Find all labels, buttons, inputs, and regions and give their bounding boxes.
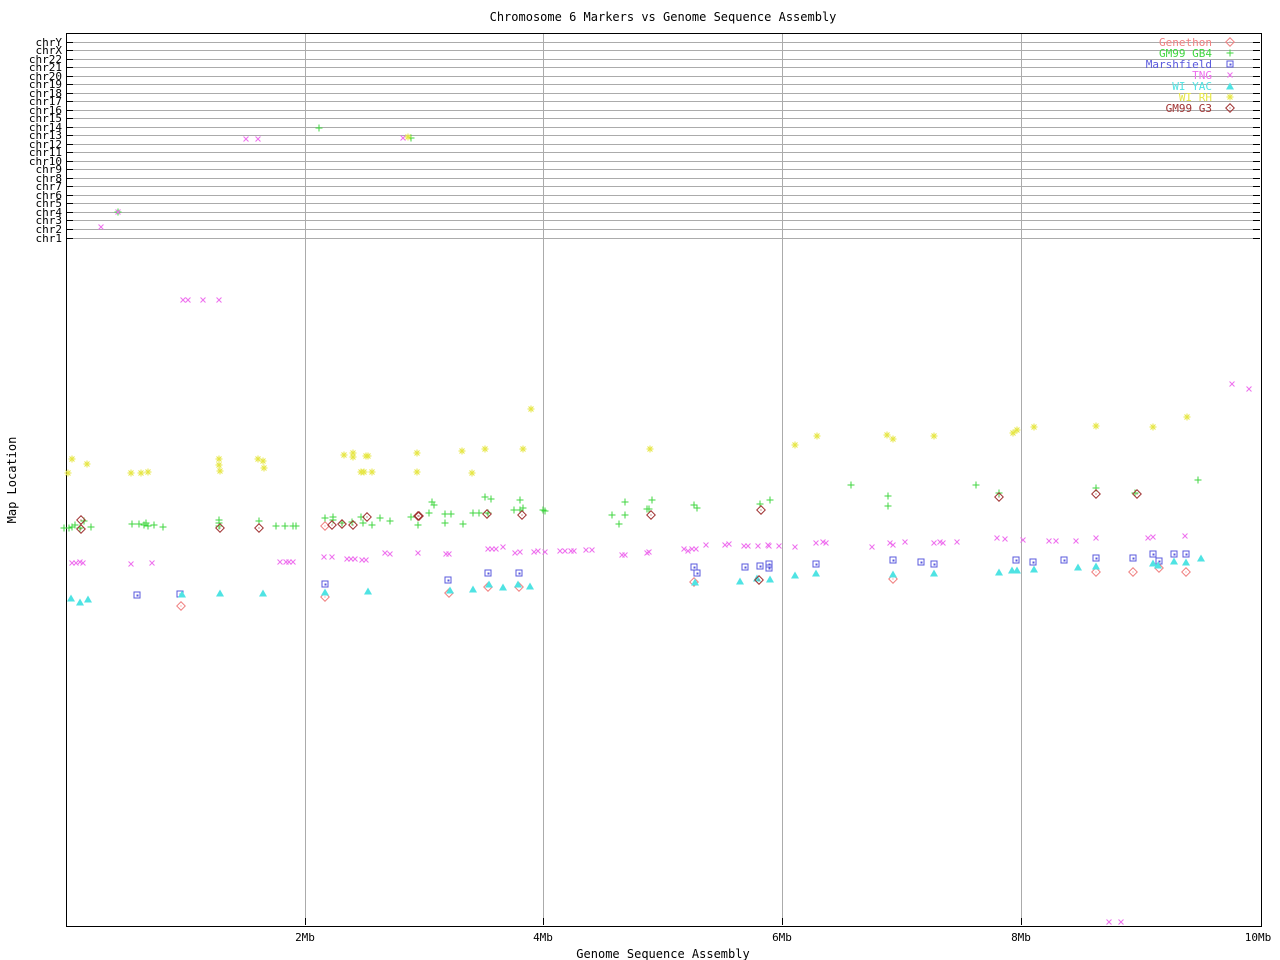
marker-gm99-gb4: [321, 514, 329, 522]
marker-gm99-gb4: [447, 510, 455, 518]
marker-marshfield: [1182, 550, 1190, 558]
marker-marshfield: [1149, 550, 1157, 558]
marker-wi-rh: [340, 451, 348, 459]
marker-gm99-gb4: [315, 124, 323, 132]
marker-marshfield: [133, 591, 141, 599]
marker-gm99-gb4: [414, 521, 422, 529]
legend-marker-marshfield: [1226, 60, 1234, 68]
marker-gm99-gb4: [425, 509, 433, 517]
marker-marshfield: [756, 562, 764, 570]
marker-marshfield: [917, 558, 925, 566]
x-tick-label: 4Mb: [533, 931, 553, 944]
marker-wi-rh: [519, 445, 527, 453]
plot-border: [66, 33, 1262, 927]
marker-gm99-gb4: [281, 522, 289, 530]
marker-wi-rh: [364, 452, 372, 460]
x-tick-label: 8Mb: [1011, 931, 1031, 944]
marker-marshfield: [693, 569, 701, 577]
marker-gm99-gb4: [847, 481, 855, 489]
marker-gm99-gb4: [608, 511, 616, 519]
marker-marshfield: [765, 564, 773, 572]
marker-wi-rh: [889, 435, 897, 443]
marker-gm99-gb4: [615, 520, 623, 528]
marker-gm99-gb4: [516, 496, 524, 504]
marker-gm99-gb4: [487, 495, 495, 503]
x-tick-label: 6Mb: [772, 931, 792, 944]
marker-wi-rh: [413, 449, 421, 457]
marker-marshfield: [1012, 556, 1020, 564]
marker-gm99-gb4: [1194, 476, 1202, 484]
marker-gm99-gb4: [272, 522, 280, 530]
legend-label-gm99-g3: GM99 G3: [1165, 102, 1212, 115]
marker-wi-rh: [1092, 422, 1100, 430]
chart-title: Chromosome 6 Markers vs Genome Sequence …: [489, 10, 837, 24]
marker-marshfield: [930, 560, 938, 568]
marker-wi-rh: [368, 468, 376, 476]
marker-gm99-gb4: [368, 521, 376, 529]
marker-marshfield: [515, 569, 523, 577]
marker-gm99-gb4: [884, 492, 892, 500]
x-axis-label: Genome Sequence Assembly: [576, 947, 750, 960]
marker-wi-rh: [646, 445, 654, 453]
marker-wi-rh: [68, 455, 76, 463]
marker-gm99-gb4: [150, 521, 158, 529]
marker-marshfield: [1129, 554, 1137, 562]
marker-gm99-gb4: [159, 523, 167, 531]
legend-marker-wi-rh: [1226, 93, 1234, 101]
marker-gm99-gb4: [441, 519, 449, 527]
marker-gm99-gb4: [459, 520, 467, 528]
legend-marker-gm99-gb4: [1226, 49, 1234, 57]
marker-wi-rh: [468, 469, 476, 477]
y-axis-label: Map Location: [5, 436, 19, 524]
marker-wi-rh: [83, 460, 91, 468]
marker-wi-rh: [413, 468, 421, 476]
legend-label-marshfield: Marshfield: [1145, 58, 1212, 71]
marker-wi-rh: [1149, 423, 1157, 431]
marker-wi-rh: [1183, 413, 1191, 421]
marker-wi-rh: [813, 432, 821, 440]
marker-wi-rh: [527, 405, 535, 413]
marker-gm99-gb4: [766, 496, 774, 504]
marker-wi-rh: [1030, 423, 1038, 431]
marker-gm99-gb4: [386, 517, 394, 525]
marker-gm99-gb4: [376, 514, 384, 522]
marker-gm99-gb4: [292, 522, 300, 530]
marker-marshfield: [1029, 558, 1037, 566]
marker-marshfield: [1170, 550, 1178, 558]
marker-wi-rh: [64, 469, 72, 477]
marker-wi-rh: [930, 432, 938, 440]
chart-figure: Chromosome 6 Markers vs Genome Sequence …: [0, 0, 1280, 960]
marker-marshfield: [484, 569, 492, 577]
marker-marshfield: [741, 563, 749, 571]
marker-gm99-gb4: [128, 520, 136, 528]
chromosome-label: chr1: [35, 232, 63, 245]
x-tick-label: 10Mb: [1244, 931, 1272, 944]
marker-wi-rh: [481, 445, 489, 453]
marker-wi-rh: [260, 464, 268, 472]
marker-wi-rh: [216, 467, 224, 475]
marker-marshfield: [1092, 554, 1100, 562]
marker-gm99-gb4: [87, 523, 95, 531]
marker-marshfield: [321, 580, 329, 588]
marker-marshfield: [812, 560, 820, 568]
marker-gm99-gb4: [621, 498, 629, 506]
marker-gm99-gb4: [972, 481, 980, 489]
marker-wi-rh: [349, 453, 357, 461]
marker-gm99-gb4: [884, 502, 892, 510]
marker-marshfield: [1060, 556, 1068, 564]
marker-marshfield: [444, 576, 452, 584]
marker-wi-rh: [791, 441, 799, 449]
x-tick-label: 2Mb: [295, 931, 315, 944]
marker-gm99-gb4: [621, 511, 629, 519]
marker-wi-rh: [458, 447, 466, 455]
marker-wi-rh: [404, 133, 412, 141]
marker-gm99-gb4: [541, 507, 549, 515]
marker-gm99-gb4: [693, 504, 701, 512]
marker-wi-rh: [1013, 426, 1021, 434]
marker-wi-rh: [127, 469, 135, 477]
marker-gm99-gb4: [648, 496, 656, 504]
marker-marshfield: [889, 556, 897, 564]
marker-gm99-gb4: [428, 498, 436, 506]
marker-wi-rh: [144, 468, 152, 476]
